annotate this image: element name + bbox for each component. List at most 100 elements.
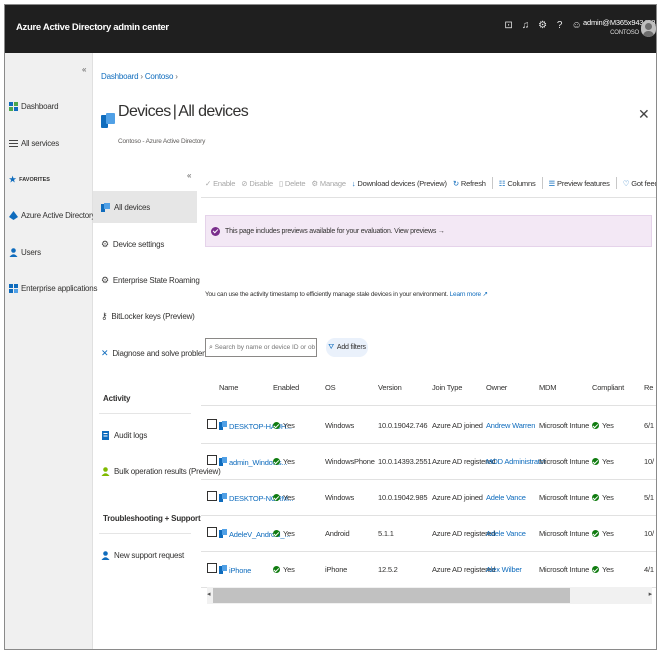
success-check-icon [592, 458, 599, 465]
owner-link[interactable]: Adele Vance [486, 529, 526, 538]
disable-button[interactable]: ⊘ Disable [241, 179, 273, 188]
user-email: admin@M365x943418.... [583, 18, 657, 27]
success-check-icon [273, 422, 280, 429]
tenant-name: CONTOSO [610, 30, 639, 36]
aad-icon [9, 211, 18, 220]
registered-cell: 6/1 [644, 421, 654, 430]
breadcrumb-dashboard[interactable]: Dashboard [101, 72, 139, 81]
column-header-mdm[interactable]: MDM [539, 383, 557, 392]
breadcrumb-contoso[interactable]: Contoso [145, 72, 174, 81]
wrench-icon: ✕ [101, 348, 109, 358]
menu-item-all-devices[interactable]: All devices [101, 203, 150, 212]
learn-more-link[interactable]: Learn more ↗ [450, 291, 488, 298]
menu-item-audit-logs[interactable]: Audit logs [101, 431, 147, 440]
owner-link[interactable]: Andrew Warren [486, 421, 535, 430]
sidebar-item-azure-active-directory[interactable]: Azure Active Directory [9, 211, 95, 220]
menu-item-diagnose-solve[interactable]: ✕ Diagnose and solve problems [101, 348, 213, 359]
success-check-icon [273, 494, 280, 501]
page-title: Devices | All devices [118, 103, 249, 120]
table-row[interactable]: AdeleV_Android_... Yes Android 5.1.1 Azu… [201, 516, 656, 552]
star-icon: ★ [9, 175, 17, 184]
search-icon: ⌕ [209, 343, 213, 351]
preview-features-button[interactable]: ☰ Preview features [549, 179, 610, 188]
app-title[interactable]: Azure Active Directory admin center [16, 22, 169, 33]
more-options-icon[interactable]: ··· [208, 109, 218, 120]
table-row[interactable]: iPhone Yes iPhone 12.5.2 Azure AD regist… [201, 552, 656, 588]
list-icon [9, 140, 18, 147]
search-box[interactable]: ⌕ [205, 338, 317, 357]
menu-item-device-settings[interactable]: ⚙ Device settings [101, 239, 164, 250]
toolbar-separator [541, 177, 543, 189]
notifications-icon[interactable]: ♫ [517, 20, 534, 31]
column-header-owner[interactable]: Owner [486, 383, 507, 392]
command-bar: ✓ Enable ⊘ Disable ▯ Delete ⚙ Manage ↓ Downlo… [205, 177, 656, 189]
menu-item-bitlocker-keys[interactable]: ⚷ BitLocker keys (Preview) [101, 311, 195, 322]
sidebar-item-all-services[interactable]: All services [9, 139, 59, 148]
device-name-link[interactable]: iPhone [219, 565, 251, 575]
menu-item-new-support-request[interactable]: New support request [101, 551, 184, 560]
support-section-header: Troubleshooting + Support [103, 514, 201, 523]
settings-gear-icon[interactable]: ⚙ [534, 20, 551, 31]
owner-link[interactable]: Alex Wilber [486, 565, 522, 574]
column-header-version[interactable]: Version [378, 383, 402, 392]
cloud-shell-icon[interactable]: ⊡ [500, 20, 517, 31]
version-cell: 10.0.19042.985 [378, 493, 428, 502]
add-filters-button[interactable]: ⛛ Add filters [326, 338, 368, 357]
mdm-cell: Microsoft Intune [539, 565, 590, 574]
scroll-right-icon[interactable]: ▸ [649, 590, 653, 598]
columns-button[interactable]: ☷ Columns [499, 179, 536, 188]
sidebar-favorites-header: ★ FAVORITES [9, 175, 50, 184]
top-bar: Azure Active Directory admin center ⊡ ♫ … [5, 5, 656, 53]
toolbar-divider [201, 197, 656, 198]
trash-icon: ▯ [278, 178, 283, 188]
menu-item-enterprise-state-roaming[interactable]: ⚙ Enterprise State Roaming [101, 275, 200, 286]
owner-link[interactable]: MOD Administrator [486, 457, 546, 466]
column-header-os[interactable]: OS [325, 383, 336, 392]
table-header-divider [201, 405, 656, 406]
search-input[interactable] [214, 344, 315, 351]
row-checkbox[interactable] [207, 455, 217, 465]
column-header-enabled[interactable]: Enabled [273, 383, 299, 392]
resource-menu-collapse-icon[interactable]: « [187, 171, 191, 180]
scrollbar-thumb[interactable] [213, 588, 570, 603]
column-header-registered[interactable]: Re [644, 383, 653, 392]
avatar[interactable] [641, 20, 656, 37]
success-check-icon [592, 566, 599, 573]
manage-button[interactable]: ⚙ Manage [311, 179, 346, 188]
table-row[interactable]: DESKTOP-NORM... Yes Windows 10.0.19042.9… [201, 480, 656, 516]
close-icon[interactable]: ✕ [638, 106, 650, 123]
table-row[interactable]: admin_Windows... Yes WindowsPhone 10.0.1… [201, 444, 656, 480]
sidebar-item-enterprise-applications[interactable]: Enterprise applications [9, 284, 98, 293]
owner-link[interactable]: Adele Vance [486, 493, 526, 502]
feedback-button[interactable]: ♡Got feedback? [623, 179, 656, 188]
refresh-button[interactable]: ↻ Refresh [453, 179, 486, 188]
column-header-name[interactable]: Name [219, 383, 238, 392]
row-checkbox[interactable] [207, 563, 217, 573]
version-cell: 5.1.1 [378, 529, 394, 538]
delete-button[interactable]: ▯ Delete [278, 178, 306, 188]
row-checkbox[interactable] [207, 419, 217, 429]
horizontal-scrollbar[interactable]: ◂ ▸ [207, 587, 652, 604]
column-header-join-type[interactable]: Join Type [432, 383, 462, 392]
user-icon [9, 248, 18, 257]
bulk-icon [101, 467, 110, 476]
sidebar-item-users[interactable]: Users [9, 248, 41, 257]
preview-banner[interactable]: This page includes previews available fo… [205, 215, 652, 247]
registered-cell: 10/ [644, 457, 654, 466]
sidebar-collapse-icon[interactable]: « [82, 65, 86, 74]
toolbar-separator [491, 177, 493, 189]
scroll-left-icon[interactable]: ◂ [207, 590, 211, 598]
row-checkbox[interactable] [207, 527, 217, 537]
column-header-compliant[interactable]: Compliant [592, 383, 624, 392]
version-cell: 10.0.14393.2551 [378, 457, 432, 466]
page-subtitle: Contoso - Azure Active Directory [118, 138, 206, 145]
row-checkbox[interactable] [207, 491, 217, 501]
enable-button[interactable]: ✓ Enable [205, 179, 235, 188]
account-info[interactable]: admin@M365x943418.... CONTOSO [583, 17, 657, 39]
sidebar-item-dashboard[interactable]: Dashboard [9, 102, 59, 111]
help-icon[interactable]: ? [551, 20, 568, 31]
enabled-cell: Yes [273, 457, 295, 466]
download-devices-button[interactable]: ↓ Download devices (Preview) [352, 179, 447, 188]
table-row[interactable]: DESKTOP-HAUH... Yes Windows 10.0.19042.7… [201, 408, 656, 444]
success-check-icon [273, 566, 280, 573]
